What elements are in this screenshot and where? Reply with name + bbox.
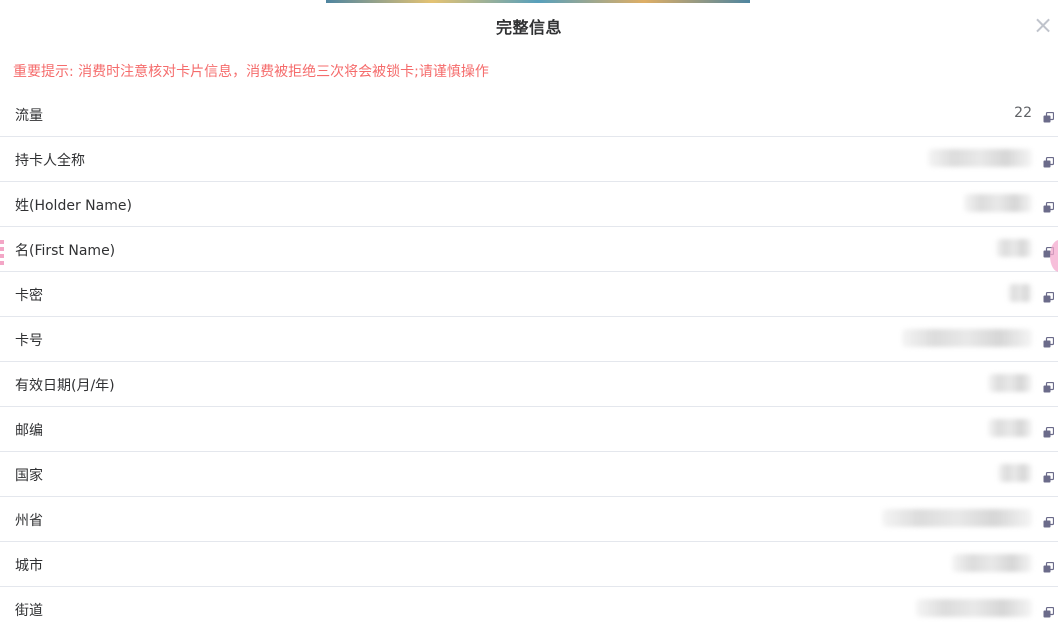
field-label: 持卡人全称 [15, 153, 85, 169]
redacted-value [988, 374, 1032, 392]
copy-icon[interactable] [1043, 562, 1054, 573]
copy-icon[interactable] [1043, 157, 1054, 168]
field-row: 卡密 [0, 272, 1058, 317]
redacted-value [998, 464, 1032, 482]
field-row: 国家 [0, 452, 1058, 497]
close-icon[interactable]: × [1030, 12, 1056, 38]
copy-icon[interactable] [1043, 607, 1054, 618]
field-label: 邮编 [15, 423, 43, 439]
field-row: 州省 [0, 497, 1058, 542]
field-label: 名(First Name) [15, 243, 116, 259]
field-list: 流量 22 持卡人全称姓(Holder Name) 名(First Name) 卡密卡号… [0, 92, 1058, 626]
warning-notice: 重要提示: 消费时注意核对卡片信息，消费被拒绝三次将会被锁卡;请谨慎操作 [13, 64, 489, 80]
redacted-value [916, 599, 1032, 617]
field-label: 卡号 [15, 333, 43, 349]
redacted-value [964, 194, 1032, 212]
field-label: 流量 [15, 108, 43, 124]
field-row: 持卡人全称 [0, 137, 1058, 182]
copy-icon[interactable] [1043, 382, 1054, 393]
field-label: 街道 [15, 603, 43, 619]
copy-icon[interactable] [1043, 472, 1054, 483]
dialog-header: 完整信息 [0, 0, 1058, 52]
redacted-value [952, 554, 1032, 572]
field-value: 22 [1014, 105, 1032, 121]
card-info-dialog: 完整信息 × 重要提示: 消费时注意核对卡片信息，消费被拒绝三次将会被锁卡;请谨… [0, 0, 1058, 626]
field-row: 街道 [0, 587, 1058, 626]
field-row: 名(First Name) [0, 227, 1058, 272]
redacted-value [996, 239, 1032, 257]
field-row: 邮编 [0, 407, 1058, 452]
field-label: 有效日期(月/年) [15, 378, 115, 394]
field-label: 城市 [15, 558, 43, 574]
copy-icon[interactable] [1043, 292, 1054, 303]
copy-icon[interactable] [1043, 202, 1054, 213]
redacted-value [1008, 284, 1032, 302]
field-row: 卡号 [0, 317, 1058, 362]
field-row: 姓(Holder Name) [0, 182, 1058, 227]
copy-icon[interactable] [1043, 337, 1054, 348]
redacted-value [902, 329, 1032, 347]
field-row: 有效日期(月/年) [0, 362, 1058, 407]
field-label: 州省 [15, 513, 43, 529]
field-label: 卡密 [15, 288, 43, 304]
field-label: 国家 [15, 468, 43, 484]
redacted-value [882, 509, 1032, 527]
field-row: 流量 22 [0, 92, 1058, 137]
copy-icon[interactable] [1043, 427, 1054, 438]
dialog-title: 完整信息 [495, 18, 562, 37]
copy-icon[interactable] [1043, 112, 1054, 123]
field-label: 姓(Holder Name) [15, 198, 132, 214]
copy-icon[interactable] [1043, 517, 1054, 528]
redacted-value [928, 149, 1032, 167]
redacted-value [988, 419, 1032, 437]
field-row: 城市 [0, 542, 1058, 587]
